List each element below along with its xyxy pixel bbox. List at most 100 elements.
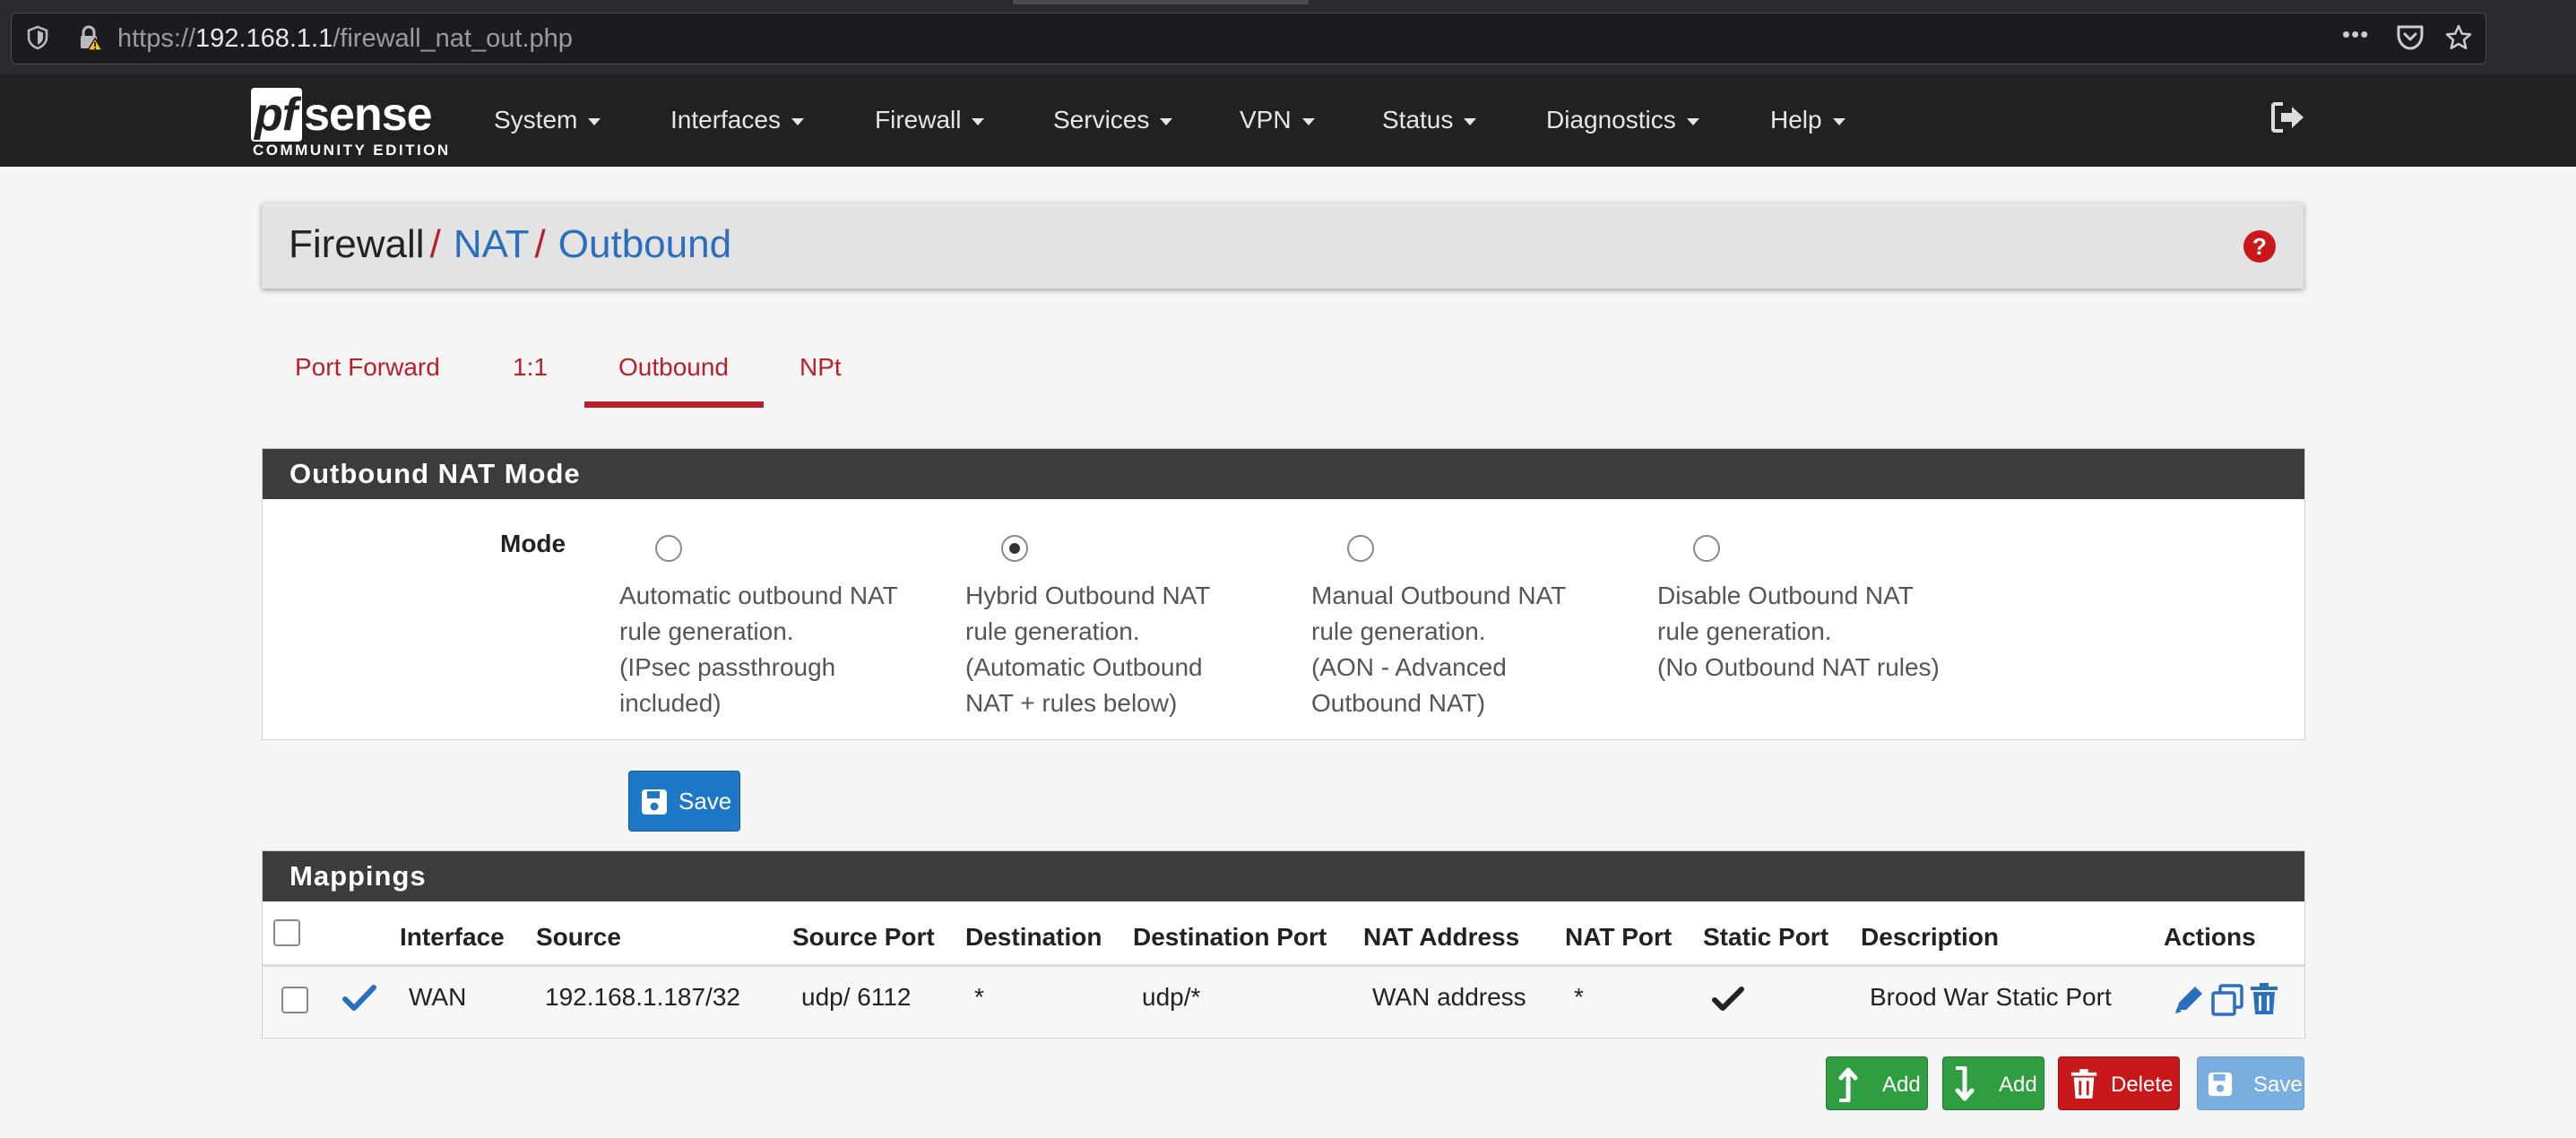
arrow-down-icon: [1955, 1066, 1975, 1101]
caret-down-icon: [972, 117, 985, 125]
copy-icon[interactable]: [2210, 983, 2244, 1017]
tab-npt[interactable]: NPt: [800, 353, 842, 382]
caret-down-icon: [1160, 117, 1173, 125]
save-rules-button[interactable]: Save: [2197, 1056, 2304, 1110]
logo-wordmark: pf sense: [251, 88, 433, 142]
url-scheme: https://: [117, 24, 196, 53]
caret-down-icon: [1832, 117, 1846, 125]
mode-option-text: Automatic outbound NAT rule generation. …: [619, 582, 898, 717]
save-mode-button[interactable]: Save: [628, 771, 740, 832]
nat-tabs: Port Forward 1:1 Outbound NPt: [262, 341, 1068, 412]
arrow-up-icon: [1838, 1067, 1858, 1102]
nav-diagnostics[interactable]: Diagnostics: [1546, 106, 1699, 134]
add-rule-top-button[interactable]: Add: [1826, 1056, 1928, 1110]
col-description: Description: [1861, 923, 2000, 951]
trash-icon[interactable]: [2249, 982, 2279, 1016]
logout-icon[interactable]: [2270, 100, 2306, 134]
cell-source: 192.168.1.187/32: [545, 983, 740, 1011]
mode-option-text: Manual Outbound NAT rule generation. (AO…: [1311, 582, 1567, 717]
nav-firewall[interactable]: Firewall: [875, 106, 985, 134]
col-source: Source: [536, 923, 621, 951]
breadcrumb-nat-link[interactable]: NAT: [454, 222, 530, 266]
check-icon: [1712, 987, 1744, 1011]
enabled-check-icon[interactable]: [341, 983, 377, 1013]
mode-option-hybrid[interactable]: Hybrid Outbound NAT rule generation. (Au…: [965, 535, 1270, 721]
active-tab-indicator: [584, 401, 764, 408]
caret-down-icon: [791, 117, 804, 125]
cell-nat-address: WAN address: [1372, 983, 1526, 1011]
insecure-lock-icon[interactable]: [76, 24, 103, 51]
mode-label: Mode: [500, 530, 566, 557]
mode-option-text: Hybrid Outbound NAT rule generation. (Au…: [965, 582, 1211, 717]
radio-disable[interactable]: [1693, 535, 1720, 562]
mappings-panel: Mappings Interface Source Source Port De…: [262, 850, 2305, 1039]
shield-icon[interactable]: [26, 25, 49, 50]
col-actions: Actions: [2164, 923, 2256, 951]
col-nat-port: NAT Port: [1565, 923, 1673, 951]
breadcrumb: Firewall / NAT / Outbound: [289, 222, 731, 267]
col-destination: Destination: [965, 923, 1102, 951]
nav-system[interactable]: System: [494, 106, 601, 134]
col-source-port: Source Port: [792, 923, 935, 951]
caret-down-icon: [1686, 117, 1699, 125]
nav-interfaces[interactable]: Interfaces: [670, 106, 804, 134]
mode-option-disable[interactable]: Disable Outbound NAT rule generation. (N…: [1657, 535, 1962, 685]
select-all-checkbox[interactable]: [273, 919, 300, 946]
pfsense-logo[interactable]: pf sense COMMUNITY EDITION: [251, 88, 448, 159]
url-path: /firewall_nat_out.php: [333, 24, 573, 53]
col-destination-port: Destination Port: [1133, 923, 1327, 951]
bookmark-star-icon[interactable]: [2444, 23, 2473, 52]
cell-source-port: udp/ 6112: [801, 983, 912, 1011]
cell-nat-port: *: [1574, 983, 1584, 1011]
tab-one-to-one[interactable]: 1:1: [513, 353, 548, 382]
svg-text:?: ?: [2252, 233, 2267, 260]
browser-tab-indicator: [1013, 0, 1309, 4]
breadcrumb-firewall: Firewall: [289, 222, 425, 266]
radio-hybrid[interactable]: [1001, 535, 1028, 562]
url-host: 192.168.1.1: [195, 24, 333, 53]
mode-option-automatic[interactable]: Automatic outbound NAT rule generation. …: [619, 535, 924, 721]
outbound-nat-mode-panel: Outbound NAT Mode Mode Automatic outboun…: [262, 448, 2305, 740]
page-actions-menu[interactable]: •••: [2342, 21, 2369, 48]
breadcrumb-outbound-link[interactable]: Outbound: [558, 222, 731, 266]
radio-automatic[interactable]: [655, 535, 682, 562]
col-nat-address: NAT Address: [1363, 923, 1520, 951]
table-row[interactable]: WAN 192.168.1.187/32 udp/ 6112 * udp/* W…: [263, 967, 2304, 1037]
caret-down-icon: [1301, 117, 1315, 125]
panel-title: Mappings: [263, 851, 2304, 901]
pocket-icon[interactable]: [2396, 24, 2425, 51]
delete-rules-button[interactable]: Delete: [2058, 1056, 2180, 1110]
breadcrumb-separator: /: [429, 222, 441, 266]
edit-pencil-icon[interactable]: [2172, 983, 2206, 1017]
nav-status[interactable]: Status: [1382, 106, 1477, 134]
row-checkbox[interactable]: [281, 987, 308, 1013]
help-icon[interactable]: ?: [2243, 229, 2277, 263]
cell-interface: WAN: [409, 983, 467, 1011]
breadcrumb-separator: /: [534, 222, 546, 266]
save-icon: [2208, 1072, 2233, 1097]
radio-manual[interactable]: [1347, 535, 1374, 562]
col-interface: Interface: [400, 923, 505, 951]
caret-down-icon: [588, 117, 601, 125]
col-static-port: Static Port: [1703, 923, 1829, 951]
logo-subtitle: COMMUNITY EDITION: [253, 142, 451, 159]
tab-port-forward[interactable]: Port Forward: [295, 353, 440, 382]
mode-option-manual[interactable]: Manual Outbound NAT rule generation. (AO…: [1311, 535, 1616, 721]
trash-icon: [2070, 1069, 2097, 1099]
nav-vpn[interactable]: VPN: [1240, 106, 1315, 134]
save-icon: [642, 789, 667, 815]
address-bar[interactable]: https://192.168.1.1/firewall_nat_out.php…: [11, 13, 2486, 65]
browser-toolbar: https://192.168.1.1/firewall_nat_out.php…: [0, 0, 2576, 73]
cell-destination-port: udp/*: [1142, 983, 1201, 1011]
caret-down-icon: [1464, 117, 1477, 125]
top-navbar: pf sense COMMUNITY EDITION System Interfa…: [0, 73, 2576, 167]
breadcrumb-panel: Firewall / NAT / Outbound ?: [262, 203, 2304, 289]
tab-outbound[interactable]: Outbound: [618, 353, 729, 382]
cell-description: Brood War Static Port: [1870, 983, 2112, 1011]
nav-services[interactable]: Services: [1053, 106, 1173, 134]
panel-title: Outbound NAT Mode: [263, 449, 2304, 499]
add-rule-bottom-button[interactable]: Add: [1942, 1056, 2044, 1110]
mode-option-text: Disable Outbound NAT rule generation. (N…: [1657, 582, 1940, 681]
url-text[interactable]: https://192.168.1.1/firewall_nat_out.php: [117, 24, 573, 54]
nav-help[interactable]: Help: [1770, 106, 1846, 134]
